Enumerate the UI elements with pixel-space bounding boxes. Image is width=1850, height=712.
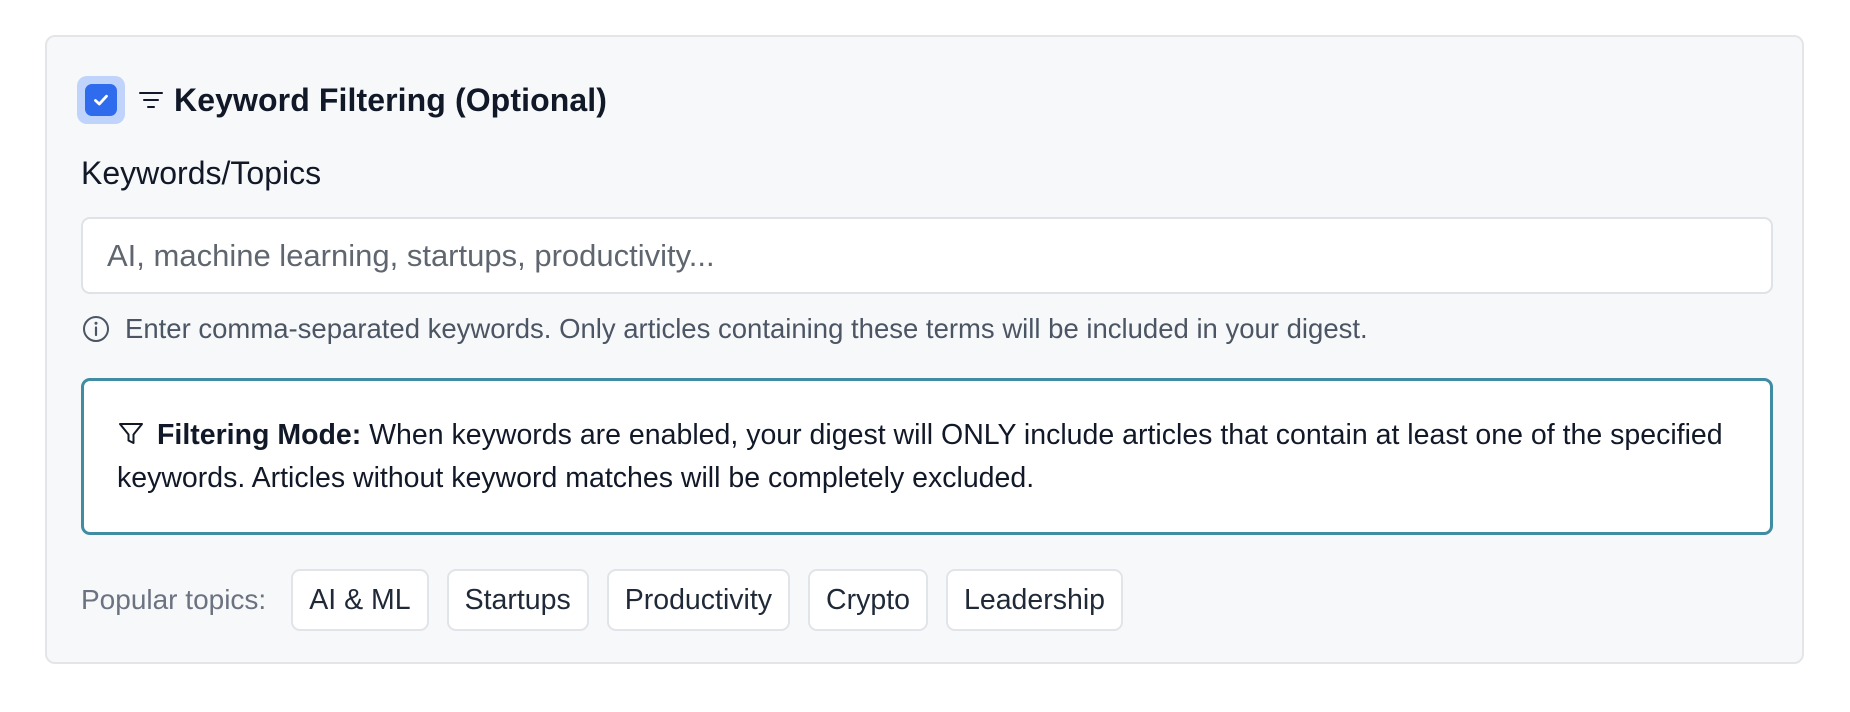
filtering-mode-notice: Filtering Mode: When keywords are enable… xyxy=(81,378,1773,535)
topic-chip-productivity[interactable]: Productivity xyxy=(606,569,791,631)
checkbox-box xyxy=(85,84,117,116)
popular-topics: Popular topics: AI & ML Startups Product… xyxy=(81,569,1141,631)
keywords-field-label: Keywords/Topics xyxy=(81,155,322,191)
help-text: Enter comma-separated keywords. Only art… xyxy=(125,313,1368,344)
funnel-icon xyxy=(119,423,143,444)
topic-chip-crypto[interactable]: Crypto xyxy=(808,569,928,631)
info-icon xyxy=(81,314,111,344)
section-title: Keyword Filtering (Optional) xyxy=(174,81,608,118)
filter-lines-icon xyxy=(137,86,165,114)
keyword-filtering-panel: Keyword Filtering (Optional) Keywords/To… xyxy=(45,35,1804,664)
check-icon xyxy=(94,94,108,106)
keywords-help: Enter comma-separated keywords. Only art… xyxy=(81,307,1368,351)
keywords-input[interactable] xyxy=(81,217,1773,294)
enable-keyword-filtering-checkbox[interactable] xyxy=(77,76,125,124)
topic-chip-ai-ml[interactable]: AI & ML xyxy=(291,569,429,631)
topic-chip-leadership[interactable]: Leadership xyxy=(946,569,1124,631)
popular-topics-label: Popular topics: xyxy=(81,584,267,615)
section-header: Keyword Filtering (Optional) xyxy=(77,76,607,124)
topic-chip-startups[interactable]: Startups xyxy=(446,569,589,631)
filtering-mode-label: Filtering Mode: xyxy=(157,419,362,451)
